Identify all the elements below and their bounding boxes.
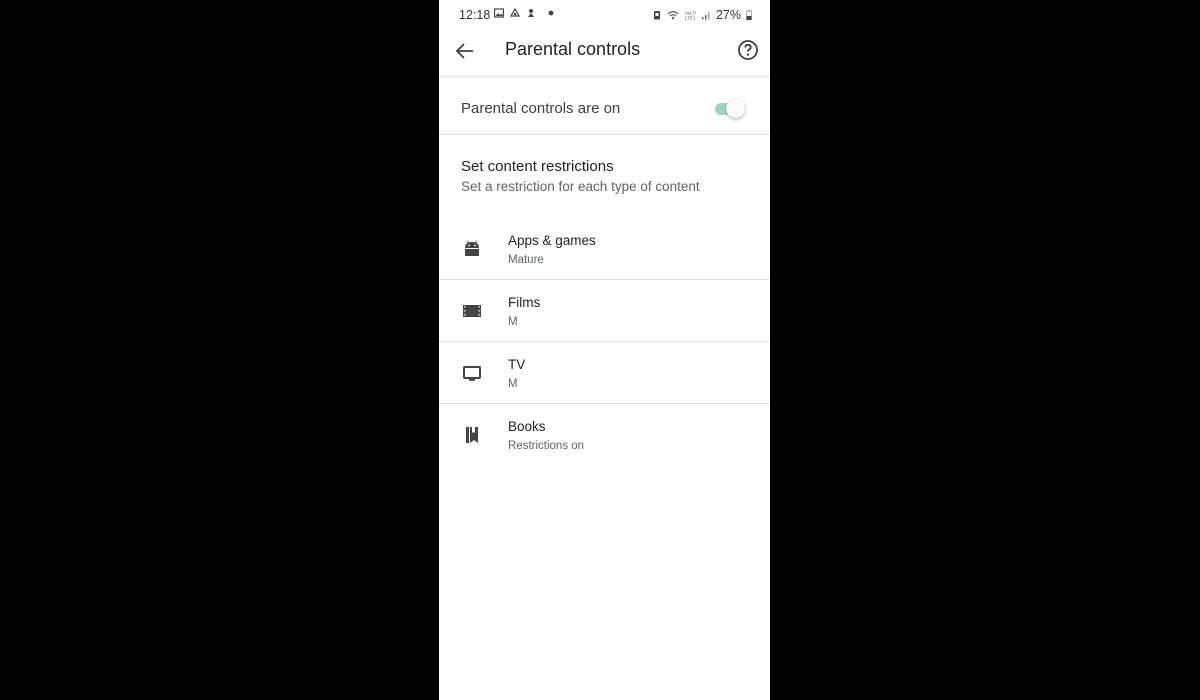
status-right-icons: VoLTELTE1 27% bbox=[652, 8, 752, 22]
battery-percent: 27% bbox=[715, 8, 741, 22]
help-circle-icon[interactable] bbox=[736, 38, 760, 62]
battery-saver-icon bbox=[653, 11, 660, 20]
notification-icon bbox=[528, 9, 534, 17]
item-value: Restrictions on bbox=[508, 440, 585, 452]
item-title: Films bbox=[508, 295, 541, 310]
app-bar: Parental controls bbox=[439, 30, 770, 77]
list-item-tv[interactable]: TV M bbox=[439, 342, 770, 404]
svg-text:LTE1: LTE1 bbox=[685, 16, 696, 21]
parental-controls-toggle-row[interactable]: Parental controls are on bbox=[439, 77, 770, 135]
signal-icon bbox=[701, 12, 710, 20]
item-value: Mature bbox=[508, 254, 544, 266]
gallery-icon bbox=[494, 8, 504, 18]
list-item-films[interactable]: Films M bbox=[439, 280, 770, 342]
parental-controls-switch[interactable] bbox=[713, 98, 747, 120]
drive-icon bbox=[510, 8, 520, 17]
page-title: Parental controls bbox=[505, 39, 641, 59]
android-icon bbox=[465, 240, 479, 256]
dot-icon bbox=[548, 10, 554, 16]
status-time: 12:18 bbox=[459, 8, 491, 22]
content-restrictions-header: Set content restrictions Set a restricti… bbox=[461, 158, 700, 194]
switch-thumb bbox=[726, 99, 745, 118]
item-title: Books bbox=[508, 419, 546, 434]
list-item-books[interactable]: Books Restrictions on bbox=[439, 404, 770, 465]
list-item-apps-games[interactable]: Apps & games Mature bbox=[439, 218, 770, 280]
battery-icon bbox=[746, 10, 752, 20]
tv-icon bbox=[463, 366, 481, 381]
film-icon bbox=[463, 305, 481, 317]
section-heading: Set content restrictions bbox=[461, 158, 614, 175]
parental-controls-label: Parental controls are on bbox=[461, 100, 621, 117]
status-left-icons bbox=[494, 8, 554, 18]
wifi-icon bbox=[667, 11, 679, 20]
section-subheading: Set a restriction for each type of conte… bbox=[461, 179, 700, 194]
volte-lte-icon: VoLTELTE1 bbox=[685, 11, 696, 21]
item-title: TV bbox=[508, 357, 526, 372]
item-value: M bbox=[508, 378, 518, 390]
phone-screen: 12:18 VoLTELTE1 27% Parental controls Pa… bbox=[439, 0, 770, 700]
restrictions-list: Apps & games Mature Films M TV M Books R… bbox=[439, 218, 770, 465]
arrow-left-icon[interactable] bbox=[453, 39, 477, 63]
item-value: M bbox=[508, 316, 518, 328]
books-icon bbox=[466, 427, 478, 443]
item-title: Apps & games bbox=[508, 233, 596, 248]
status-bar: 12:18 VoLTELTE1 27% bbox=[439, 0, 770, 30]
